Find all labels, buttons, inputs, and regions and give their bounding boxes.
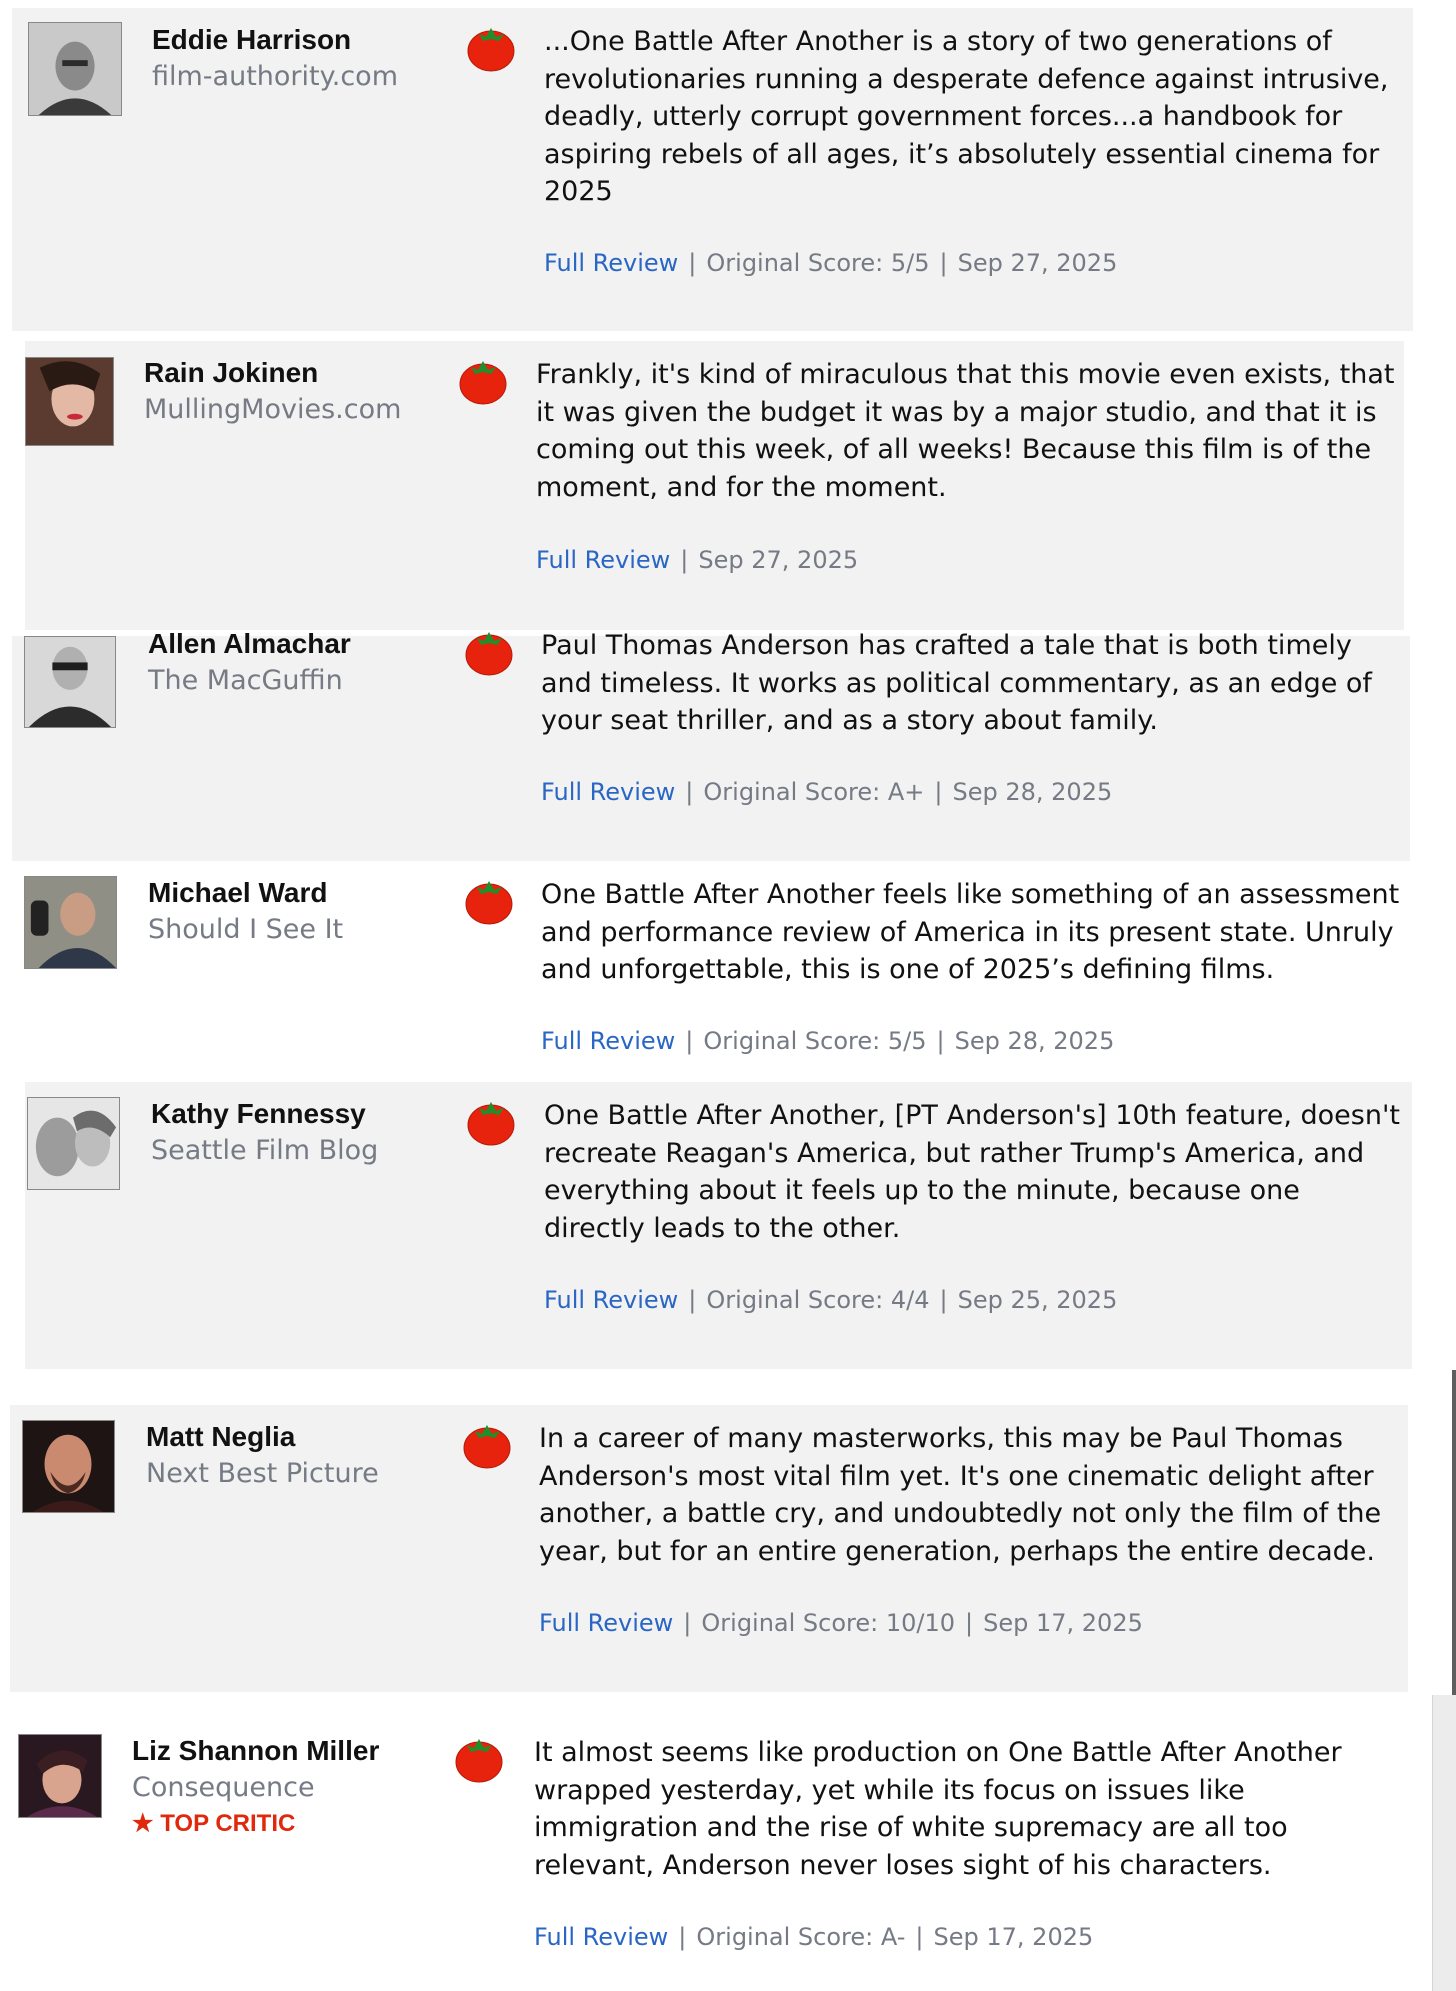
meta-separator: | — [683, 1609, 692, 1637]
full-review-link[interactable]: Full Review — [534, 1923, 668, 1951]
review-date: Sep 28, 2025 — [954, 1027, 1115, 1055]
meta-separator: | — [685, 1027, 694, 1055]
critic-photo-icon — [25, 637, 115, 727]
review-meta: Full Review | Original Score: 4/4 | Sep 25, … — [544, 1285, 1117, 1315]
review-quote: It almost seems like production on One B… — [534, 1737, 1342, 1881]
publication-name[interactable]: Next Best Picture — [146, 1458, 379, 1490]
critic-name[interactable]: Matt Neglia — [146, 1421, 295, 1453]
top-critic-label: TOP CRITIC — [160, 1810, 296, 1837]
critic-photo-icon — [19, 1735, 101, 1817]
publication-name[interactable]: Consequence — [132, 1772, 315, 1804]
meta-separator: | — [688, 1286, 697, 1314]
review-meta: Full Review | Original Score: 5/5 | Sep 27, … — [544, 248, 1117, 278]
critic-photo-icon — [23, 1421, 114, 1512]
meta-separator: | — [688, 249, 697, 277]
review-card: Eddie Harrison film-authority.com ...One… — [12, 8, 1413, 331]
original-score: Original Score: 10/10 — [701, 1609, 956, 1637]
original-score: Original Score: 5/5 — [706, 249, 930, 277]
critic-photo-icon — [28, 1098, 119, 1189]
review-quote: Paul Thomas Anderson has crafted a tale … — [541, 630, 1372, 736]
full-review-link[interactable]: Full Review — [539, 1609, 673, 1637]
publication-name[interactable]: Should I See It — [148, 914, 343, 946]
star-icon: ★ — [132, 1810, 154, 1837]
full-review-link[interactable]: Full Review — [541, 778, 675, 806]
meta-separator: | — [680, 546, 689, 574]
critic-avatar[interactable] — [28, 22, 122, 116]
publication-name[interactable]: The MacGuffin — [148, 665, 343, 697]
critic-photo-icon — [26, 358, 113, 445]
meta-separator: | — [915, 1923, 924, 1951]
review-date: Sep 28, 2025 — [952, 778, 1113, 806]
scrollbar-thumb[interactable] — [1432, 1695, 1456, 1991]
review-meta: Full Review | Original Score: 5/5 | Sep 28, … — [541, 1026, 1114, 1056]
critic-name[interactable]: Kathy Fennessy — [151, 1098, 366, 1130]
review-date: Sep 17, 2025 — [983, 1609, 1143, 1637]
fresh-tomato-icon — [467, 28, 515, 72]
critic-avatar[interactable] — [24, 876, 117, 969]
original-score: Original Score: 4/4 — [706, 1286, 930, 1314]
review-card: Michael Ward Should I See It One Battle … — [12, 861, 1410, 1081]
full-review-link[interactable]: Full Review — [544, 249, 678, 277]
review-quote: ...One Battle After Another is a story o… — [544, 26, 1389, 207]
critic-avatar[interactable] — [25, 357, 114, 446]
publication-name[interactable]: Seattle Film Blog — [151, 1135, 378, 1167]
review-quote: In a career of many masterworks, this ma… — [539, 1423, 1382, 1567]
review-date: Sep 25, 2025 — [957, 1286, 1118, 1314]
meta-separator: | — [939, 1286, 948, 1314]
review-meta: Full Review | Original Score: A+ | Sep 28, 2… — [541, 777, 1112, 807]
review-quote: One Battle After Another, [PT Anderson's… — [544, 1100, 1400, 1244]
review-card: Allen Almachar The MacGuffin Paul Thomas… — [12, 628, 1410, 861]
fresh-tomato-icon — [459, 361, 507, 405]
original-score: Original Score: A+ — [703, 778, 925, 806]
publication-name[interactable]: film-authority.com — [152, 61, 398, 93]
publication-name[interactable]: MullingMovies.com — [144, 394, 401, 426]
meta-separator: | — [939, 249, 948, 277]
critic-name[interactable]: Allen Almachar — [148, 628, 351, 660]
critic-name[interactable]: Eddie Harrison — [152, 24, 351, 56]
critic-name[interactable]: Liz Shannon Miller — [132, 1735, 379, 1767]
critic-photo-icon — [25, 877, 116, 968]
critic-avatar[interactable] — [22, 1420, 115, 1513]
fresh-tomato-icon — [465, 632, 513, 676]
fresh-tomato-icon — [463, 1425, 511, 1469]
full-review-link[interactable]: Full Review — [541, 1027, 675, 1055]
top-critic-badge: ★ TOP CRITIC — [132, 1809, 295, 1839]
review-date: Sep 17, 2025 — [933, 1923, 1094, 1951]
meta-separator: | — [934, 778, 943, 806]
fresh-tomato-icon — [465, 881, 513, 925]
review-meta: Full Review | Original Score: A- | Sep 17, 2… — [534, 1922, 1093, 1952]
review-quote: Frankly, it's kind of miraculous that th… — [536, 359, 1395, 503]
review-date: Sep 27, 2025 — [957, 249, 1118, 277]
original-score: Original Score: A- — [696, 1923, 906, 1951]
critic-name[interactable]: Michael Ward — [148, 877, 327, 909]
critic-avatar[interactable] — [24, 636, 116, 728]
review-card: Liz Shannon Miller Consequence ★ TOP CRI… — [4, 1697, 1404, 1991]
review-card: Matt Neglia Next Best Picture In a caree… — [10, 1405, 1408, 1692]
fresh-tomato-icon — [467, 1102, 515, 1146]
critic-photo-icon — [29, 23, 121, 115]
critic-name[interactable]: Rain Jokinen — [144, 357, 318, 389]
review-meta: Full Review | Sep 27, 2025 — [536, 545, 858, 575]
original-score: Original Score: 5/5 — [703, 1027, 927, 1055]
meta-separator: | — [685, 778, 694, 806]
review-card: Rain Jokinen MullingMovies.com Frankly, … — [25, 341, 1404, 630]
fresh-tomato-icon — [455, 1739, 503, 1783]
review-card: Kathy Fennessy Seattle Film Blog One Bat… — [25, 1082, 1412, 1369]
full-review-link[interactable]: Full Review — [536, 546, 670, 574]
meta-separator: | — [965, 1609, 974, 1637]
critic-avatar[interactable] — [27, 1097, 120, 1190]
review-quote: One Battle After Another feels like some… — [541, 879, 1400, 985]
meta-separator: | — [678, 1923, 687, 1951]
critic-avatar[interactable] — [18, 1734, 102, 1818]
review-date: Sep 27, 2025 — [698, 546, 859, 574]
meta-separator: | — [936, 1027, 945, 1055]
full-review-link[interactable]: Full Review — [544, 1286, 678, 1314]
review-meta: Full Review | Original Score: 10/10 | Sep 17… — [539, 1608, 1143, 1638]
